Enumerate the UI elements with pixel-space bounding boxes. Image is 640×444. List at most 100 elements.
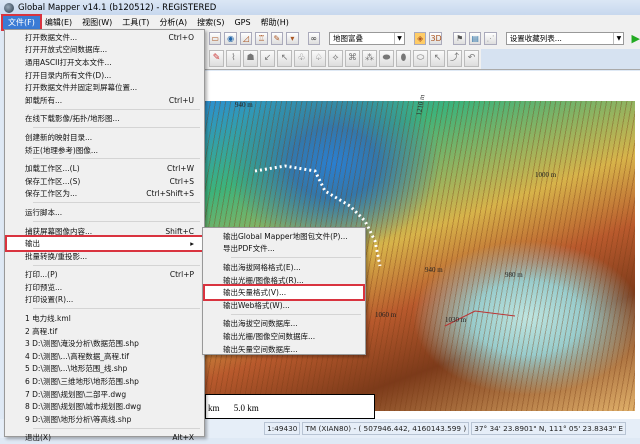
menu-item[interactable]: 7 D:\测图\规划图\二部平.dwg xyxy=(7,388,202,401)
app-icon xyxy=(4,2,14,13)
digitize-tool-icon[interactable]: ↙ xyxy=(260,50,275,67)
menu-item[interactable]: 3 D:\测图\淹没分析\数据范围.shp xyxy=(7,337,202,350)
menu-2[interactable]: 视图(W) xyxy=(77,16,117,29)
menu-item-label: 在线下载影像/拓扑/地形图... xyxy=(25,114,120,124)
menu-item[interactable]: 在线下载影像/拓扑/地形图... xyxy=(7,113,202,126)
menu-item[interactable]: 导出PDF文件... xyxy=(205,243,363,256)
digitize-tool-icon[interactable]: ☗ xyxy=(243,50,258,67)
menu-item[interactable]: 输出Web格式(W)... xyxy=(205,299,363,312)
menu-item-label: 保存工作区...(S) xyxy=(25,176,81,186)
menu-0[interactable]: 文件(F) xyxy=(1,13,42,31)
menu-item-label: 批量转换/重投影... xyxy=(25,251,88,261)
digitize-tool-icon[interactable]: ↶ xyxy=(464,50,479,67)
flag-icon[interactable]: ⚑ xyxy=(453,32,466,45)
run-icon[interactable]: ▶ xyxy=(631,32,639,45)
menu-item[interactable]: 2 高程.tif xyxy=(7,325,202,338)
contour-label: 1000 m xyxy=(535,171,557,179)
menu-item[interactable]: 输出海拔网格格式(E)... xyxy=(205,261,363,274)
menu-bar: 文件(F) 编辑(E) 视图(W) 工具(T) 分析(A) 搜索(S) GPS 帮助(H) xyxy=(0,13,640,31)
toolbar-fill xyxy=(481,48,640,69)
menu-item[interactable]: 8 D:\测图\规划图\城市规划图.dwg xyxy=(7,400,202,413)
digitize-tool-icon[interactable]: ⌇ xyxy=(226,50,241,67)
digitize-tool-icon[interactable]: ♤ xyxy=(311,50,326,67)
binoculars-icon[interactable]: ∞ xyxy=(307,32,320,45)
menu-item[interactable]: 打印设置(R)... xyxy=(7,294,202,307)
menu-item[interactable]: 运行脚本... xyxy=(7,206,202,219)
digitize-tool-icon[interactable]: ⤴ xyxy=(447,50,462,67)
menu-item[interactable]: 输出光栅/图像格式(R)... xyxy=(205,274,363,287)
menu-5[interactable]: 搜索(S) xyxy=(192,16,229,29)
digitize-tool-icon[interactable]: ⬭ xyxy=(413,50,428,67)
menu-item[interactable]: 捕获屏幕图像内容... Shift+C xyxy=(7,225,202,238)
digitize-tool-icon[interactable]: ⬬ xyxy=(379,50,394,67)
digitize-tool-icon[interactable]: ⌘ xyxy=(345,50,360,67)
menu-4[interactable]: 分析(A) xyxy=(154,16,192,29)
menu-7[interactable]: 帮助(H) xyxy=(256,16,294,29)
scale-bar: km 5.0 km xyxy=(205,394,375,419)
menu-item[interactable]: 创建新的映射目录... xyxy=(7,131,202,144)
menu-item[interactable]: 打印预览... xyxy=(7,281,202,294)
menu-item[interactable]: 打开开放式空间数据库... xyxy=(7,44,202,57)
menu-item[interactable]: 输出 ▸ xyxy=(5,235,204,252)
menu-item-label: 9 D:\测图\地形分析\等高线.shp xyxy=(25,414,132,424)
layer-combo[interactable]: 地图富叠 ▼ xyxy=(328,32,406,45)
path-icon[interactable]: ⋰ xyxy=(484,32,497,45)
menu-item[interactable]: 输出矢量格式(V)... xyxy=(203,284,365,301)
menu-item-label: 创建新的映射目录... xyxy=(25,132,93,142)
digitize-tool-icon[interactable]: ⟡ xyxy=(328,50,343,67)
menu-item-label: 输出Web格式(W)... xyxy=(223,300,290,310)
filter-icon[interactable]: ▾ xyxy=(286,32,299,45)
status-latlon: 37° 34' 23.8901" N, 111° 05' 23.8343" E xyxy=(471,422,626,435)
digitize-tool-icon[interactable]: ✎ xyxy=(209,50,224,67)
menu-item-label: 打印设置(R)... xyxy=(25,295,74,305)
menu-item[interactable]: 输出Global Mapper地图包文件(P)... xyxy=(205,230,363,243)
menu-item[interactable]: 6 D:\测图\三维地形\地形范围.shp xyxy=(7,375,202,388)
menu-item[interactable]: 输出光栅/图像空间数据库... xyxy=(205,330,363,343)
menu-item-label: 打印...(P) xyxy=(25,270,58,280)
menu-item[interactable]: 保存工作区...(S) Ctrl+S xyxy=(7,175,202,188)
digitize-tool-icon[interactable]: ⬮ xyxy=(396,50,411,67)
menu-item[interactable]: 加载工作区...(L) Ctrl+W xyxy=(7,162,202,175)
digitize-tool-icon[interactable]: ⁂ xyxy=(362,50,377,67)
ruler-icon[interactable]: ▭ xyxy=(209,32,222,45)
menu-item[interactable]: 打开数据文件并固定到屏幕位置... xyxy=(7,81,202,94)
3d-view-icon[interactable]: ◈ xyxy=(414,32,427,45)
menu-item[interactable]: 矫正(地理参考)图像... xyxy=(7,144,202,157)
menu-item-shortcut: Ctrl+U xyxy=(168,95,194,105)
digitize-tool-icon[interactable]: ↖ xyxy=(430,50,445,67)
digitize-tool-icon[interactable]: ↖ xyxy=(277,50,292,67)
menu-item-label: 7 D:\测图\规划图\二部平.dwg xyxy=(25,389,127,399)
menu-item[interactable]: 输出矢量空间数据库... xyxy=(205,343,363,356)
layers-icon[interactable]: ▤ xyxy=(468,32,482,45)
3d-icon[interactable]: 3D xyxy=(429,32,443,45)
menu-item[interactable]: 5 D:\测图\...\地形范围_线.shp xyxy=(7,363,202,376)
menu-item[interactable]: 卸载所有... Ctrl+U xyxy=(7,94,202,107)
status-projection: TM (XIAN80) - ( 507946.442, 4160143.599 … xyxy=(302,422,470,435)
edit-icon[interactable]: ✎ xyxy=(270,32,284,45)
menu-item[interactable]: 打印...(P) Ctrl+P xyxy=(7,269,202,282)
menu-item[interactable]: 通用ASCII打开文本文件... xyxy=(7,56,202,69)
terrain-icon[interactable]: ◿ xyxy=(239,32,253,45)
menu-item[interactable]: 9 D:\测图\地形分析\等高线.shp xyxy=(7,413,202,426)
menu-item[interactable]: 批量转换/重投影... xyxy=(7,250,202,263)
menu-item[interactable]: 输出海拔空间数据库... xyxy=(205,318,363,331)
menu-item[interactable]: 保存工作区为... Ctrl+Shift+S xyxy=(7,188,202,201)
zoom-icon[interactable]: ◉ xyxy=(224,32,237,45)
contour-label: 1060 m xyxy=(375,311,397,319)
window-title: Global Mapper v14.1 (b120512) - REGISTER… xyxy=(18,2,217,13)
menu-item-label: 运行脚本... xyxy=(25,207,63,217)
menu-item[interactable]: 打开数据文件... Ctrl+O xyxy=(7,31,202,44)
menu-item-label: 输出 xyxy=(25,239,40,249)
menu-3[interactable]: 工具(T) xyxy=(117,16,154,29)
menu-item[interactable]: 4 D:\测图\...\高程数据_高程.tif xyxy=(7,350,202,363)
menu-item[interactable]: 1 电力线.kml xyxy=(7,312,202,325)
digitize-tool-icon[interactable]: ♧ xyxy=(294,50,309,67)
menu-item[interactable]: 打开目录内所有文件(D)... xyxy=(7,69,202,82)
layer-combo-value: 地图富叠 xyxy=(332,34,363,43)
menu-item-shortcut: Ctrl+W xyxy=(166,164,194,174)
menu-item-label: 输出矢量格式(V)... xyxy=(223,288,287,298)
favorites-combo[interactable]: 设置收藏列表... ▼ xyxy=(505,32,625,45)
menu-1[interactable]: 编辑(E) xyxy=(40,16,77,29)
tower-icon[interactable]: ♖ xyxy=(255,32,268,45)
menu-6[interactable]: GPS xyxy=(229,16,255,29)
